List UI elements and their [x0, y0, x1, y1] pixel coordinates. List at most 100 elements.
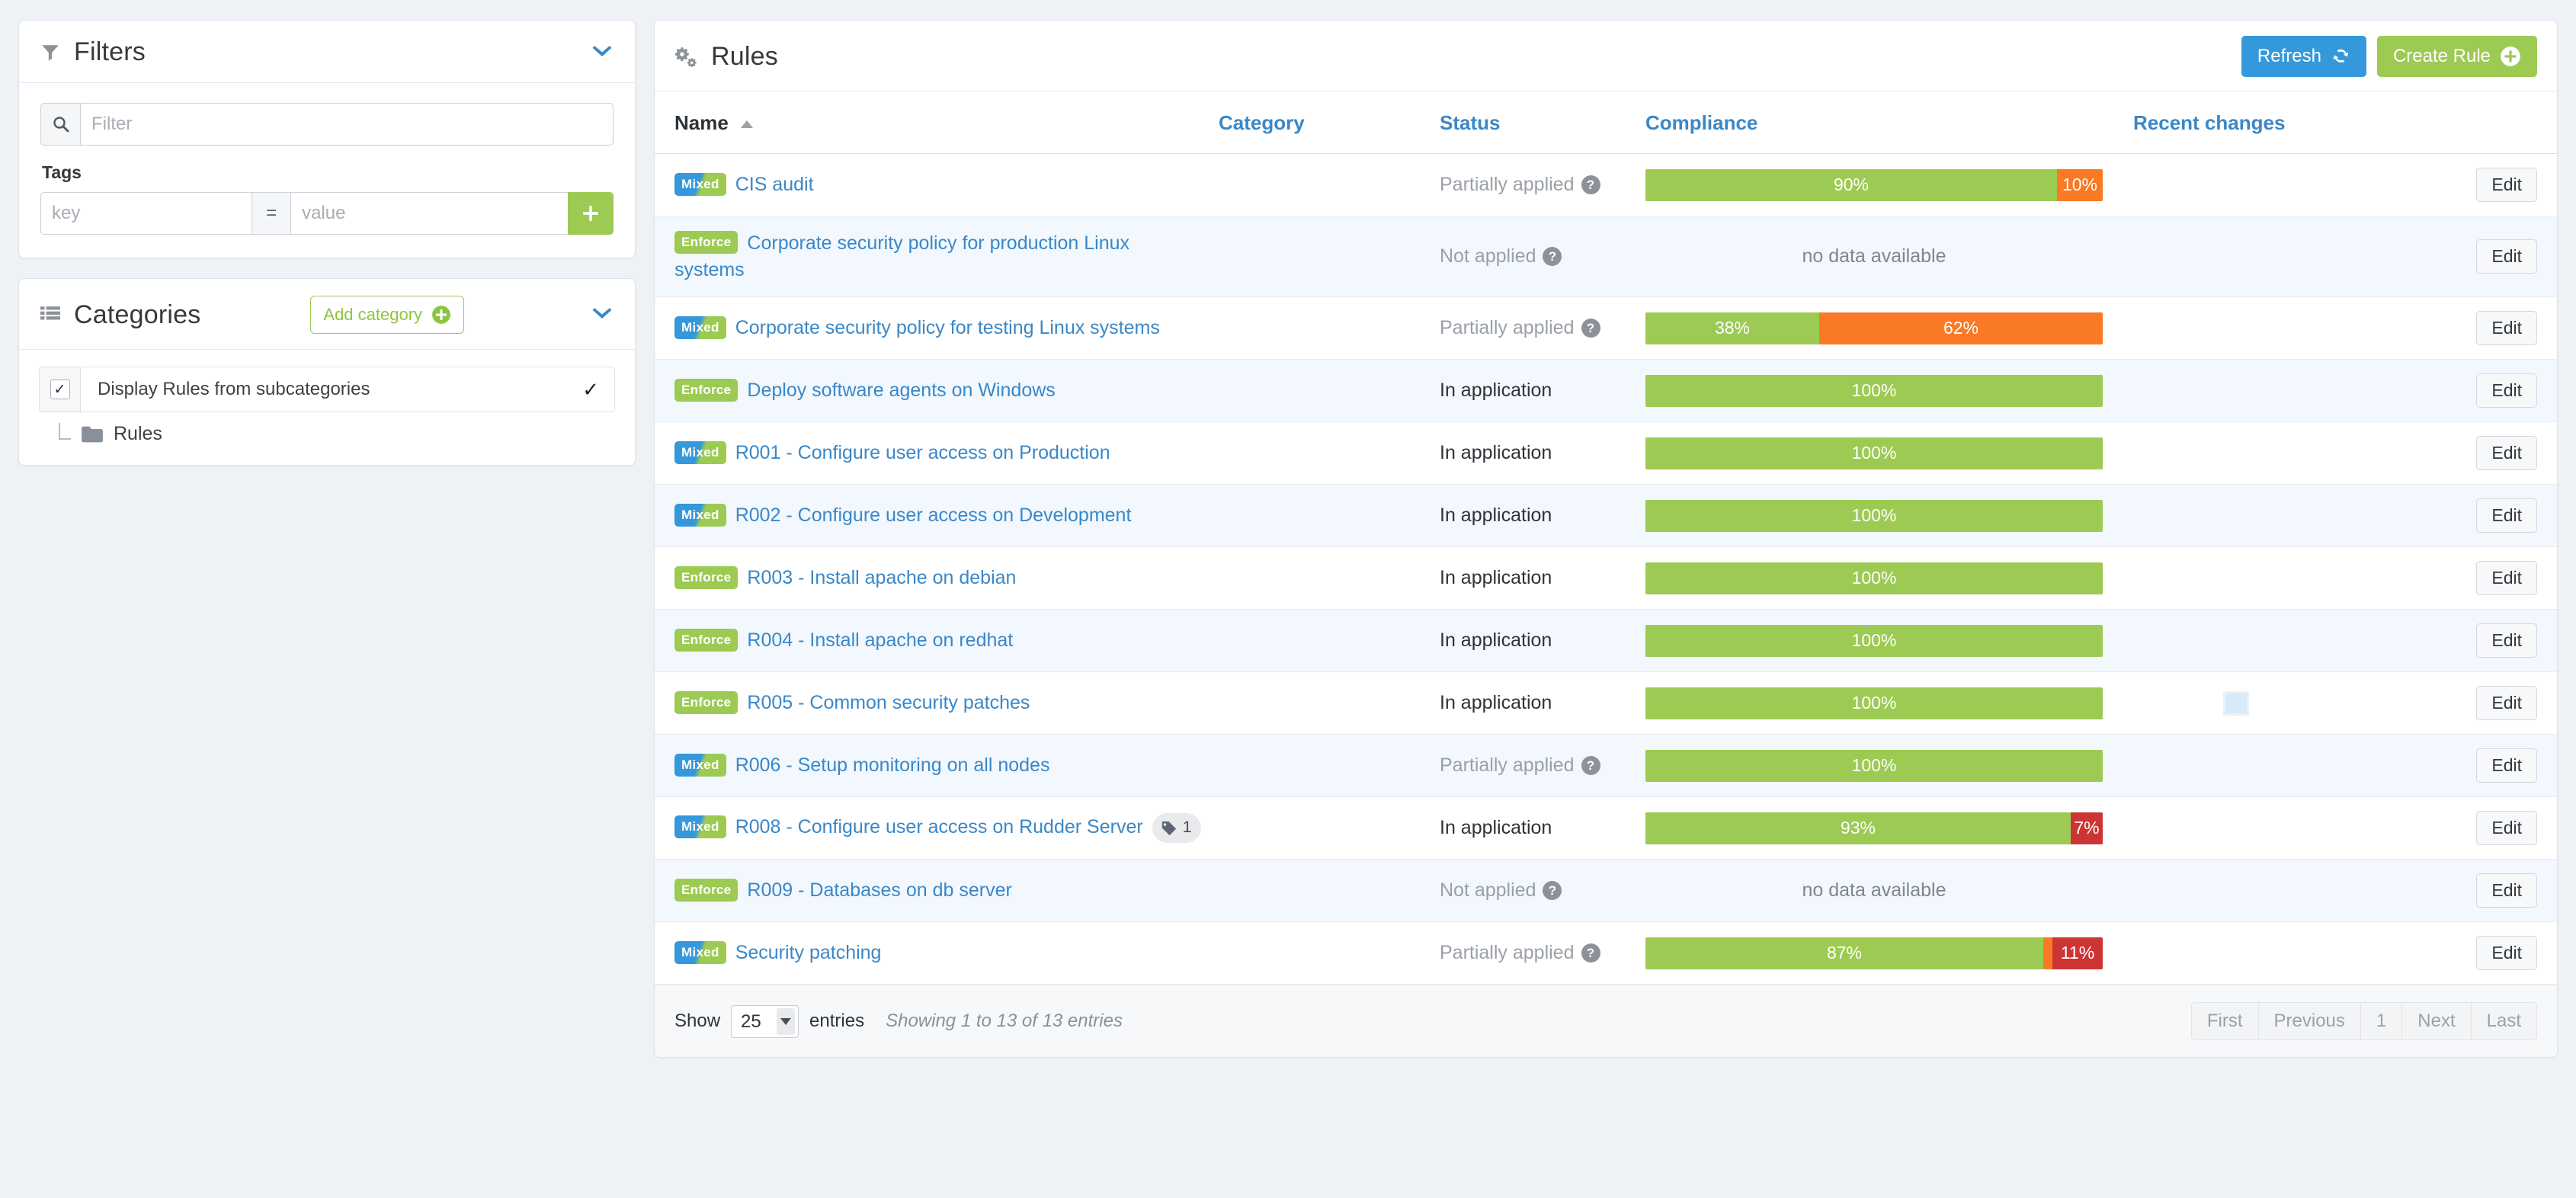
table-row[interactable]: Mixed Corporate security policy for testi…	[655, 296, 2557, 360]
edit-button[interactable]: Edit	[2476, 311, 2537, 345]
table-row[interactable]: Mixed R006 - Setup monitoring on all node…	[655, 734, 2557, 797]
pagination-next[interactable]: Next	[2401, 1002, 2472, 1040]
rule-mode-badge: Enforce	[674, 378, 739, 402]
add-category-button[interactable]: Add category	[310, 296, 465, 334]
edit-button[interactable]: Edit	[2476, 873, 2537, 908]
compliance-segment-green: 100%	[1645, 687, 2103, 719]
edit-button[interactable]: Edit	[2476, 748, 2537, 783]
cell-actions: Edit	[2469, 671, 2557, 735]
rule-name-link[interactable]: CIS audit	[735, 174, 814, 195]
edit-button[interactable]: Edit	[2476, 561, 2537, 595]
cell-status: In application	[1440, 484, 1645, 547]
compliance-bar[interactable]: 100%	[1645, 749, 2103, 782]
tag-count-badge[interactable]: 1	[1152, 813, 1202, 843]
compliance-bar[interactable]: 38% 62%	[1645, 312, 2103, 344]
pagination-first[interactable]: First	[2190, 1002, 2259, 1040]
compliance-bar[interactable]: 100%	[1645, 374, 2103, 407]
display-subcategories-checkbox[interactable]: ✓	[40, 367, 81, 412]
table-row[interactable]: Enforce R003 - Install apache on debian In…	[655, 546, 2557, 610]
compliance-bar[interactable]: 87% 11%	[1645, 937, 2103, 969]
edit-button[interactable]: Edit	[2476, 623, 2537, 658]
status-text: Partially applied	[1440, 174, 1575, 196]
edit-button[interactable]: Edit	[2476, 498, 2537, 533]
column-header-status[interactable]: Status	[1440, 91, 1645, 154]
add-tag-button[interactable]	[568, 192, 614, 235]
cell-recent-changes	[2133, 546, 2469, 610]
category-value	[1219, 377, 1440, 405]
table-row[interactable]: Mixed R002 - Configure user access on Dev…	[655, 484, 2557, 547]
rule-name-link[interactable]: R001 - Configure user access on Producti…	[735, 442, 1110, 463]
categories-collapse-chevron-down-icon[interactable]	[591, 303, 614, 326]
recent-changes-sparkline[interactable]	[2223, 690, 2249, 716]
help-icon[interactable]: ?	[1581, 175, 1600, 195]
table-row[interactable]: Mixed CIS audit Partially applied? 90% 10% Ed…	[655, 153, 2557, 216]
compliance-segment-green: 100%	[1645, 562, 2103, 594]
table-row[interactable]: Enforce R004 - Install apache on redhat In…	[655, 609, 2557, 672]
compliance-bar[interactable]: 100%	[1645, 624, 2103, 657]
cell-recent-changes	[2133, 153, 2469, 216]
page-size-select[interactable]: 102550100	[731, 1004, 799, 1038]
rule-name-link[interactable]: Corporate security policy for testing Li…	[735, 317, 1160, 338]
pagination-last[interactable]: Last	[2470, 1002, 2537, 1040]
rule-name-link[interactable]: R003 - Install apache on debian	[747, 567, 1016, 588]
create-rule-button[interactable]: Create Rule	[2376, 36, 2537, 77]
rule-name-link[interactable]: R006 - Setup monitoring on all nodes	[735, 754, 1050, 776]
tag-key-input[interactable]	[40, 192, 252, 235]
tag-value-input[interactable]	[291, 192, 568, 235]
refresh-icon	[2333, 49, 2349, 63]
column-header-compliance[interactable]: Compliance	[1645, 91, 2133, 154]
edit-button[interactable]: Edit	[2476, 686, 2537, 720]
table-row[interactable]: Mixed R008 - Configure user access on Rud…	[655, 796, 2557, 860]
cell-status: Not applied?	[1440, 216, 1645, 297]
rule-name-link[interactable]: R002 - Configure user access on Developm…	[735, 505, 1132, 526]
status-text: Partially applied	[1440, 754, 1575, 777]
column-header-name[interactable]: Name	[655, 91, 1219, 154]
filter-search-input[interactable]	[80, 103, 614, 146]
rule-name-link[interactable]: Corporate security policy for production…	[674, 232, 1129, 280]
compliance-bar[interactable]: 100%	[1645, 562, 2103, 594]
compliance-bar[interactable]: 100%	[1645, 437, 2103, 469]
edit-button[interactable]: Edit	[2476, 936, 2537, 970]
cell-recent-changes	[2133, 421, 2469, 485]
category-tree-item-rules[interactable]: Rules	[39, 423, 615, 445]
refresh-button[interactable]: Refresh	[2241, 36, 2366, 77]
compliance-bar[interactable]: 93% 7%	[1645, 812, 2103, 844]
compliance-bar[interactable]: 100%	[1645, 499, 2103, 532]
status-text: In application	[1440, 567, 1552, 589]
filters-collapse-chevron-down-icon[interactable]	[591, 41, 614, 64]
table-row[interactable]: Enforce Deploy software agents on Windows…	[655, 359, 2557, 422]
cell-actions: Edit	[2469, 546, 2557, 610]
column-header-recent-changes[interactable]: Recent changes	[2133, 91, 2469, 154]
help-icon[interactable]: ?	[1543, 247, 1562, 267]
edit-button[interactable]: Edit	[2476, 436, 2537, 470]
help-icon[interactable]: ?	[1581, 319, 1600, 338]
rule-name-link[interactable]: R008 - Configure user access on Rudder S…	[735, 816, 1143, 838]
column-header-category[interactable]: Category	[1219, 91, 1440, 154]
edit-button[interactable]: Edit	[2476, 239, 2537, 274]
page-size-select-wrap: 102550100	[731, 1004, 799, 1038]
edit-button[interactable]: Edit	[2476, 373, 2537, 408]
table-row[interactable]: Enforce R005 - Common security patches In …	[655, 671, 2557, 735]
folder-icon	[82, 426, 103, 443]
cell-category	[1219, 796, 1440, 860]
cell-name: Mixed R001 - Configure user access on Pro…	[655, 421, 1219, 485]
edit-button[interactable]: Edit	[2476, 811, 2537, 845]
table-row[interactable]: Enforce Corporate security policy for pro…	[655, 216, 2557, 297]
rule-name-link[interactable]: R005 - Common security patches	[747, 692, 1030, 713]
edit-button[interactable]: Edit	[2476, 168, 2537, 202]
rule-name-link[interactable]: R004 - Install apache on redhat	[747, 629, 1013, 651]
help-icon[interactable]: ?	[1543, 881, 1562, 901]
rule-name-link[interactable]: Deploy software agents on Windows	[747, 380, 1055, 401]
table-row[interactable]: Mixed R001 - Configure user access on Pro…	[655, 421, 2557, 485]
display-subcategories-row[interactable]: ✓ Display Rules from subcategories ✓	[39, 367, 615, 412]
rule-name-link[interactable]: R009 - Databases on db server	[747, 879, 1011, 901]
compliance-bar[interactable]: 100%	[1645, 687, 2103, 719]
table-row[interactable]: Mixed Security patching Partially applied?…	[655, 921, 2557, 985]
help-icon[interactable]: ?	[1581, 943, 1600, 963]
table-row[interactable]: Enforce R009 - Databases on db server Not …	[655, 859, 2557, 922]
pagination-1[interactable]: 1	[2360, 1002, 2403, 1040]
help-icon[interactable]: ?	[1581, 756, 1600, 776]
compliance-bar[interactable]: 90% 10%	[1645, 168, 2103, 201]
pagination-previous[interactable]: Previous	[2257, 1002, 2361, 1040]
rule-name-link[interactable]: Security patching	[735, 942, 882, 963]
